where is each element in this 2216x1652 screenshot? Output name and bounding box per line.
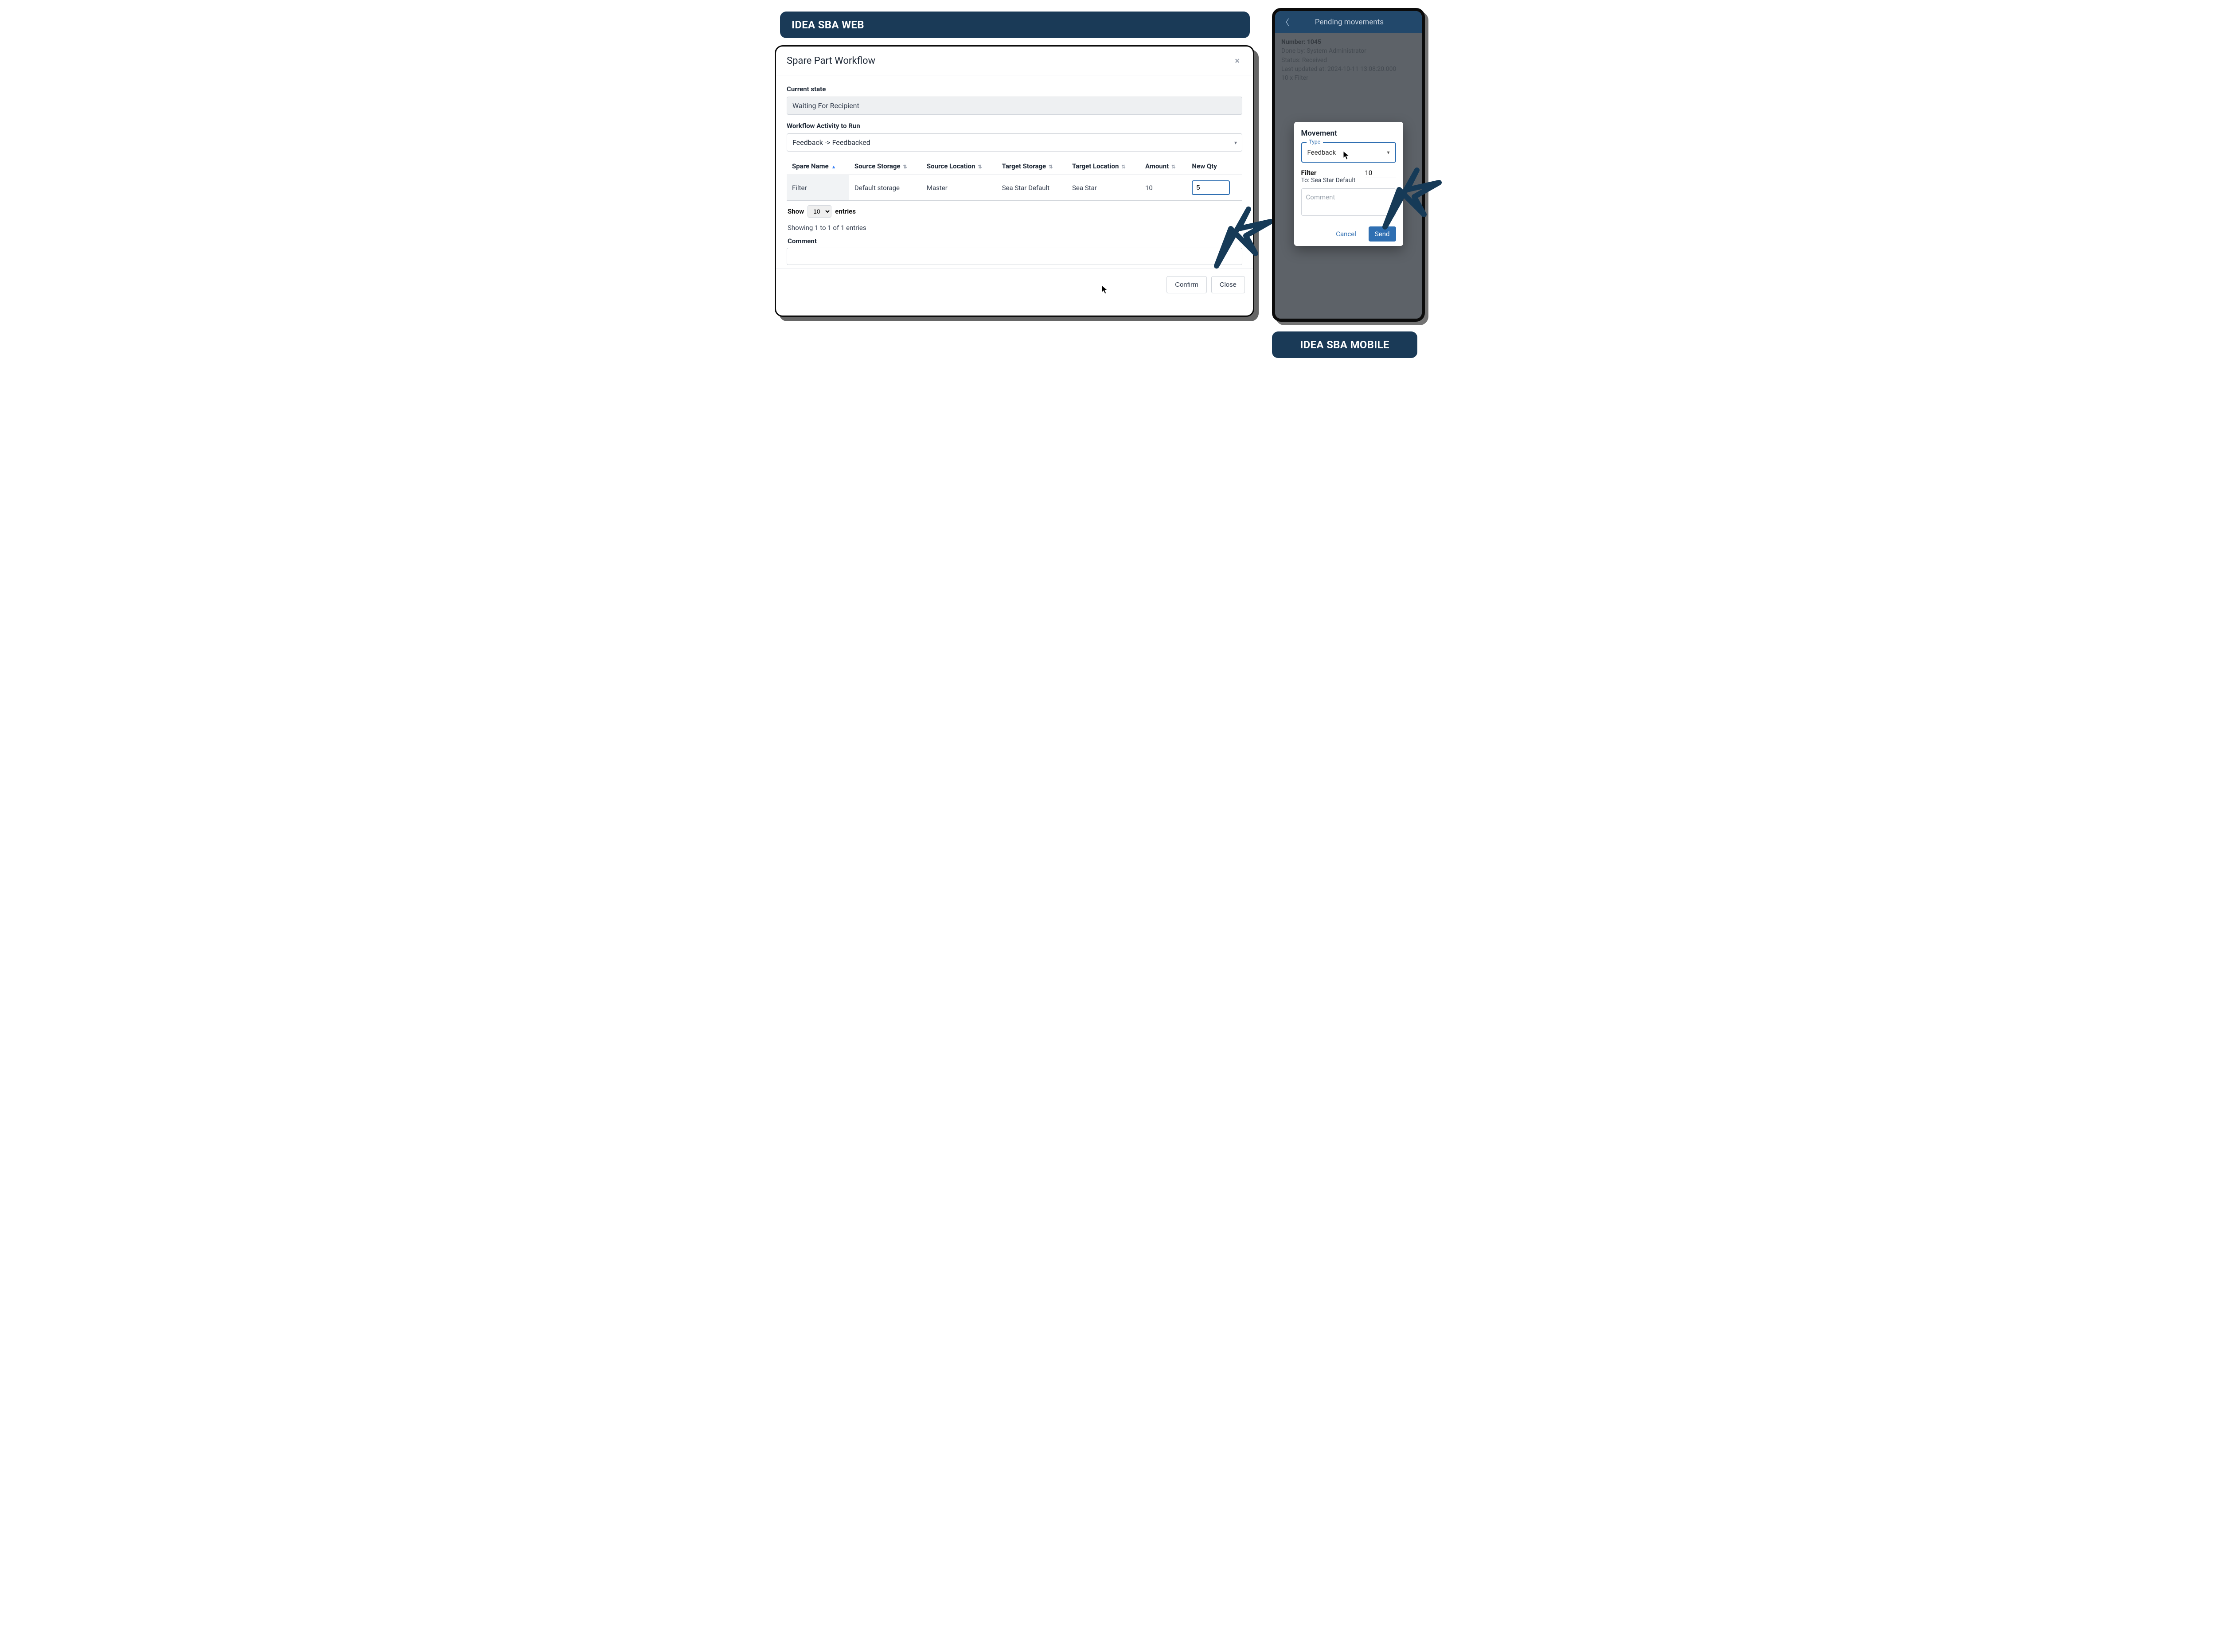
col-spare-name[interactable]: Spare Name▲ bbox=[787, 158, 849, 175]
cell-source-storage: Default storage bbox=[849, 175, 921, 201]
comment-input[interactable] bbox=[787, 248, 1242, 265]
col-target-storage[interactable]: Target Storage⇅ bbox=[997, 158, 1067, 175]
movement-dialog-title: Movement bbox=[1301, 129, 1396, 138]
workflow-select[interactable]: Feedback -> Feedbacked bbox=[787, 133, 1242, 152]
modal-body: Current state Waiting For Recipient Work… bbox=[776, 75, 1253, 269]
col-source-storage-label: Source Storage bbox=[854, 162, 901, 170]
mobile-title-bar: IDEA SBA MOBILE bbox=[1272, 331, 1417, 358]
sort-icon: ⇅ bbox=[1049, 164, 1053, 170]
close-button[interactable]: Close bbox=[1211, 276, 1245, 293]
col-source-storage[interactable]: Source Storage⇅ bbox=[849, 158, 921, 175]
modal-title: Spare Part Workflow bbox=[787, 55, 875, 66]
movement-type-label: Type bbox=[1307, 139, 1323, 145]
movement-type-value: Feedback bbox=[1307, 148, 1336, 156]
entries-select[interactable]: 10 bbox=[808, 205, 831, 218]
new-qty-input[interactable] bbox=[1192, 180, 1230, 195]
col-amount[interactable]: Amount⇅ bbox=[1140, 158, 1186, 175]
show-label: Show bbox=[788, 207, 804, 215]
movement-item-row: Filter To: Sea Star Default 10 bbox=[1301, 169, 1396, 184]
table-header-row: Spare Name▲ Source Storage⇅ Source Locat… bbox=[787, 158, 1242, 175]
movement-qty-value: 10 bbox=[1365, 169, 1373, 177]
current-state-field: Waiting For Recipient bbox=[787, 97, 1242, 115]
send-button[interactable]: Send bbox=[1369, 226, 1396, 242]
cell-new-qty bbox=[1186, 175, 1242, 201]
spare-table: Spare Name▲ Source Storage⇅ Source Locat… bbox=[787, 158, 1242, 201]
movement-qty-field[interactable]: 10 bbox=[1365, 169, 1396, 178]
cell-target-location: Sea Star bbox=[1067, 175, 1140, 201]
cell-target-storage: Sea Star Default bbox=[997, 175, 1067, 201]
col-new-qty: New Qty bbox=[1186, 158, 1242, 175]
sort-icon: ⇅ bbox=[1121, 164, 1125, 170]
cell-spare-name: Filter bbox=[787, 175, 849, 201]
modal-header: Spare Part Workflow × bbox=[776, 47, 1253, 75]
confirm-button[interactable]: Confirm bbox=[1167, 276, 1207, 293]
chevron-down-icon: ▾ bbox=[1387, 149, 1389, 156]
table-row: Filter Default storage Master Sea Star D… bbox=[787, 175, 1242, 201]
movement-comment-placeholder: Comment bbox=[1306, 193, 1335, 201]
cell-source-location: Master bbox=[921, 175, 997, 201]
mobile-body: Number: 1045 Done by: System Administrat… bbox=[1275, 33, 1422, 321]
web-title-bar: IDEA SBA WEB bbox=[780, 12, 1250, 38]
col-amount-label: Amount bbox=[1145, 162, 1169, 170]
current-state-label: Current state bbox=[787, 85, 1242, 93]
web-modal: Spare Part Workflow × Current state Wait… bbox=[775, 45, 1254, 317]
workflow-select-value: Feedback -> Feedbacked bbox=[787, 133, 1242, 152]
back-icon[interactable]: 〈 bbox=[1281, 16, 1289, 28]
web-title-text: IDEA SBA WEB bbox=[792, 19, 864, 31]
mobile-header: 〈 Pending movements bbox=[1275, 11, 1422, 33]
modal-footer: Confirm Close bbox=[776, 269, 1253, 300]
sort-icon: ⇅ bbox=[978, 164, 982, 170]
mobile-header-title: Pending movements bbox=[1295, 18, 1403, 27]
col-source-location-label: Source Location bbox=[927, 162, 975, 170]
movement-actions: Cancel Send bbox=[1301, 226, 1396, 242]
col-spare-name-label: Spare Name bbox=[792, 162, 829, 170]
movement-item-name: Filter bbox=[1301, 169, 1356, 177]
workflow-label: Workflow Activity to Run bbox=[787, 122, 1242, 130]
col-target-location[interactable]: Target Location⇅ bbox=[1067, 158, 1140, 175]
mobile-title-text: IDEA SBA MOBILE bbox=[1300, 339, 1389, 351]
show-entries-row: Show 10 entries bbox=[787, 201, 1242, 222]
col-new-qty-label: New Qty bbox=[1192, 162, 1217, 170]
comment-label: Comment bbox=[787, 234, 1242, 248]
cell-amount: 10 bbox=[1140, 175, 1186, 201]
sort-icon: ⇅ bbox=[1171, 164, 1175, 170]
col-target-location-label: Target Location bbox=[1072, 162, 1119, 170]
entries-label: entries bbox=[835, 207, 856, 215]
movement-item-to: To: Sea Star Default bbox=[1301, 177, 1356, 184]
sort-icon: ⇅ bbox=[903, 164, 907, 170]
col-target-storage-label: Target Storage bbox=[1002, 162, 1046, 170]
movement-comment-input[interactable]: Comment bbox=[1301, 188, 1396, 216]
col-source-location[interactable]: Source Location⇅ bbox=[921, 158, 997, 175]
mobile-device: 〈 Pending movements Number: 1045 Done by… bbox=[1272, 8, 1425, 322]
close-icon[interactable]: × bbox=[1232, 55, 1242, 67]
cancel-button[interactable]: Cancel bbox=[1336, 230, 1356, 238]
movement-dialog: Movement Type Feedback ▾ Filter To: Sea … bbox=[1294, 122, 1403, 246]
showing-text: Showing 1 to 1 of 1 entries bbox=[787, 222, 1242, 234]
sort-asc-icon: ▲ bbox=[831, 164, 836, 170]
movement-type-select[interactable]: Type Feedback ▾ bbox=[1301, 142, 1396, 163]
